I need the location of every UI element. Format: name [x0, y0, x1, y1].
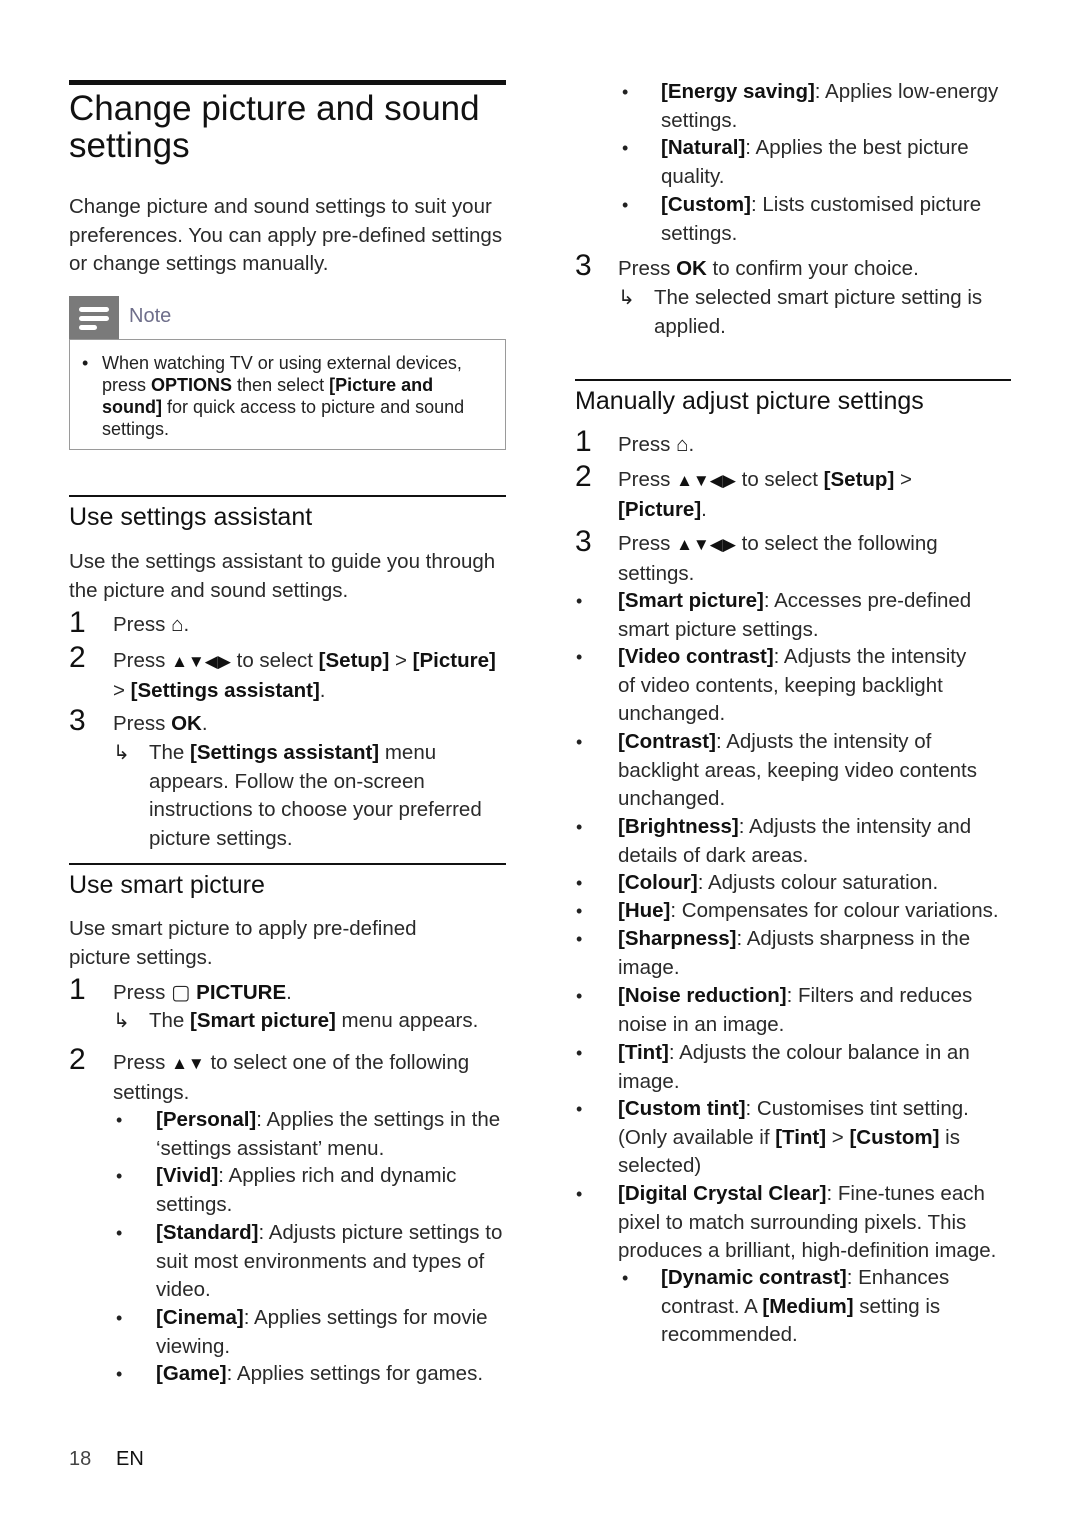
picture-button-icon: ▢	[171, 981, 191, 1004]
setting-option: [Hue]: Compensates for colour variations…	[618, 899, 999, 922]
heading-smart-picture: Use smart picture	[69, 871, 265, 899]
step-number: 3	[69, 704, 86, 737]
bullet: •	[576, 591, 583, 611]
heading-settings-assistant: Use settings assistant	[69, 503, 313, 531]
page-title: Change picture and sound settings	[69, 89, 480, 165]
note-box: • When watching TV or using external dev…	[69, 339, 506, 450]
setting-option: [Tint]: Adjusts the colour balance in an…	[618, 1041, 970, 1093]
nav-arrows-icon: ▲▼	[171, 1054, 205, 1073]
bullet: •	[576, 817, 583, 837]
page-language: EN	[116, 1448, 144, 1470]
page-intro: Change picture and sound settings to sui…	[69, 195, 503, 275]
step-text: Press ▲▼◀▶ to select [Setup] > [Picture]…	[618, 468, 912, 521]
note-label: Note	[129, 305, 172, 327]
step-text: Press ▲▼ to select one of the following …	[113, 1051, 470, 1104]
step-number: 1	[69, 606, 86, 639]
setting-option: [Cinema]: Applies settings for movie vie…	[156, 1306, 488, 1358]
step-text: Press ⌂.	[618, 433, 695, 456]
bullet: •	[116, 1364, 123, 1384]
section-rule	[69, 863, 506, 865]
setting-option: [Personal]: Applies the settings in the …	[156, 1108, 501, 1160]
heading-manual-adjust: Manually adjust picture settings	[575, 387, 924, 415]
step-number: 1	[69, 973, 86, 1006]
setting-option: [Custom tint]: Customises tint setting. …	[618, 1097, 969, 1177]
bullet: •	[622, 82, 629, 102]
setting-option: [Custom]: Lists customised picture setti…	[661, 193, 982, 245]
setting-option: [Video contrast]: Adjusts the intensity …	[618, 645, 967, 725]
page-number: 18	[69, 1448, 92, 1470]
step-text: Press OK to confirm your choice.	[618, 257, 919, 280]
setting-option: [Digital Crystal Clear]: Fine-tunes each…	[618, 1182, 997, 1262]
result-arrow-icon: ↳	[113, 742, 130, 764]
bullet: •	[116, 1308, 123, 1328]
setting-option: [Game]: Applies settings for games.	[156, 1362, 484, 1385]
setting-option: [Contrast]: Adjusts the intensity of bac…	[618, 730, 977, 810]
bullet: •	[576, 1043, 583, 1063]
setting-option: [Smart picture]: Accesses pre-defined sm…	[618, 589, 972, 641]
setting-option: [Energy saving]: Applies low-energy sett…	[661, 80, 999, 132]
bullet: •	[576, 986, 583, 1006]
bullet: •	[622, 138, 629, 158]
nav-arrows-icon: ▲▼◀▶	[171, 652, 231, 671]
step-number: 3	[575, 525, 592, 558]
result-arrow-icon: ↳	[618, 287, 635, 309]
note-header: Note	[69, 296, 506, 340]
bullet: •	[576, 901, 583, 921]
setting-option: [Colour]: Adjusts colour saturation.	[618, 871, 939, 894]
step-result: The selected smart picture setting is ap…	[654, 286, 983, 338]
smart-picture-intro: Use smart picture to apply pre-defined p…	[69, 917, 417, 969]
step-text: Press ▲▼◀▶ to select the following setti…	[618, 532, 938, 585]
bullet: •	[116, 1166, 123, 1186]
setting-option: [Standard]: Adjusts picture settings to …	[156, 1221, 503, 1301]
home-icon: ⌂	[171, 613, 184, 636]
step-number: 2	[575, 460, 592, 493]
section-rule	[69, 495, 506, 497]
step-text: Press ⌂.	[113, 613, 190, 636]
home-icon: ⌂	[676, 433, 689, 456]
setting-option: [Vivid]: Applies rich and dynamic settin…	[156, 1164, 457, 1216]
bullet: •	[576, 929, 583, 949]
step-text: Press ▢ PICTURE.	[113, 981, 292, 1004]
step-number: 1	[575, 425, 592, 458]
setting-option: [Natural]: Applies the best picture qual…	[661, 136, 969, 188]
bullet: •	[576, 647, 583, 667]
note-text: When watching TV or using external devic…	[102, 353, 465, 439]
setting-option: [Dynamic contrast]: Enhances contrast. A…	[661, 1266, 950, 1346]
title-rule	[69, 80, 506, 85]
step-text: Press ▲▼◀▶ to select [Setup] > [Picture]…	[113, 649, 496, 702]
bullet: •	[622, 195, 629, 215]
bullet: •	[116, 1110, 123, 1130]
setting-option: [Sharpness]: Adjusts sharpness in the im…	[618, 927, 971, 979]
step-number: 3	[575, 249, 592, 282]
bullet: •	[82, 353, 89, 373]
section-rule	[575, 379, 1011, 381]
step-text: Press OK.	[113, 712, 208, 735]
step-result: The [Settings assistant] menu appears. F…	[149, 741, 482, 850]
step-number: 2	[69, 641, 86, 674]
bullet: •	[576, 1184, 583, 1204]
nav-arrows-icon: ▲▼◀▶	[676, 471, 736, 490]
result-arrow-icon: ↳	[113, 1010, 130, 1032]
settings-assistant-intro: Use the settings assistant to guide you …	[69, 550, 496, 602]
bullet: •	[116, 1223, 123, 1243]
bullet: •	[576, 732, 583, 752]
setting-option: [Noise reduction]: Filters and reduces n…	[618, 984, 973, 1036]
bullet: •	[576, 1099, 583, 1119]
note-lines-icon	[69, 296, 119, 340]
step-result: The [Smart picture] menu appears.	[149, 1009, 479, 1032]
step-number: 2	[69, 1043, 86, 1076]
bullet: •	[622, 1268, 629, 1288]
setting-option: [Brightness]: Adjusts the intensity and …	[618, 815, 972, 867]
nav-arrows-icon: ▲▼◀▶	[676, 535, 736, 554]
bullet: •	[576, 873, 583, 893]
